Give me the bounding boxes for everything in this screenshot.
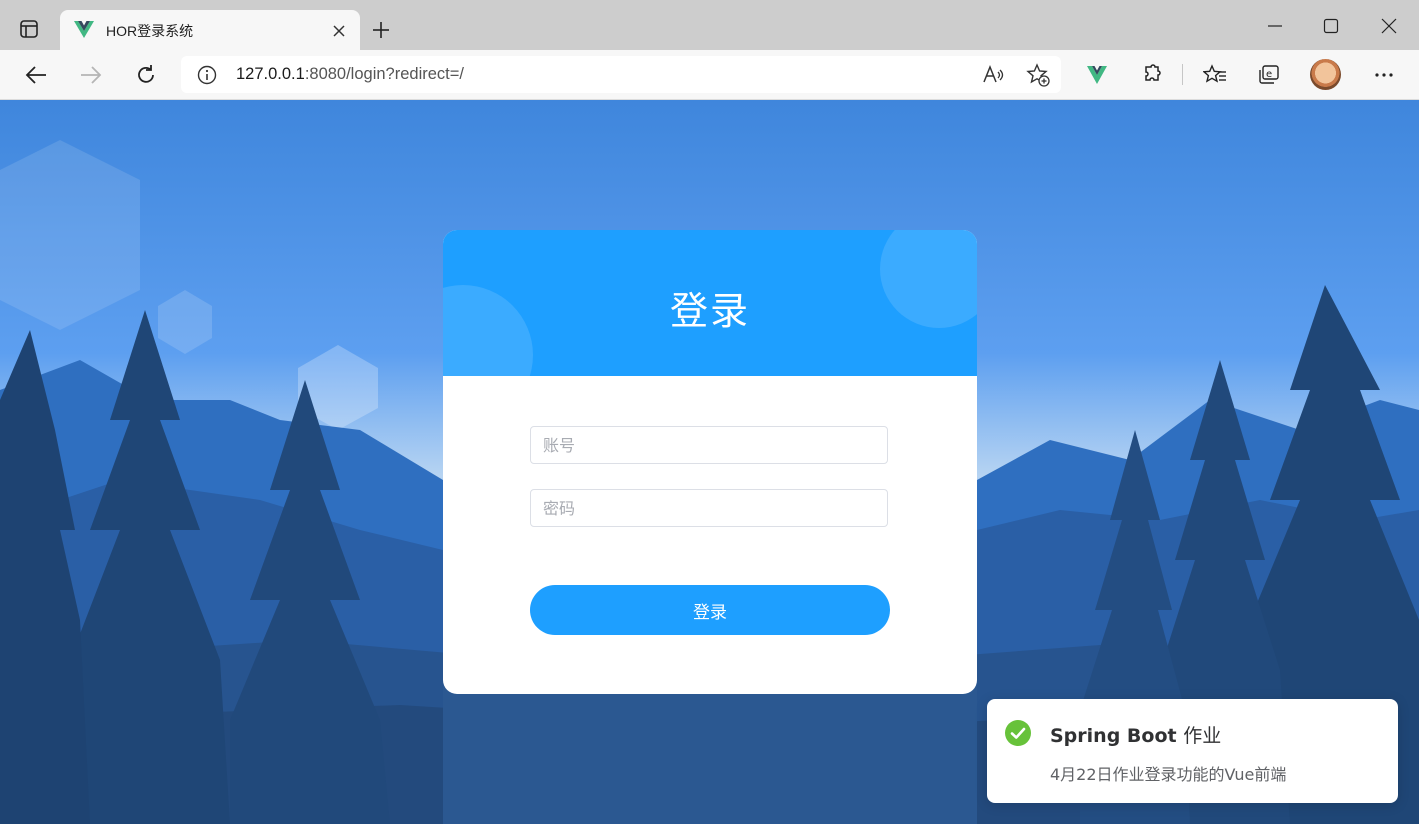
- success-notification[interactable]: Spring Boot 作业 4月22日作业登录功能的Vue前端: [987, 699, 1398, 803]
- toolbar-divider: [1182, 64, 1183, 85]
- extensions-icon[interactable]: [1140, 63, 1164, 87]
- login-card-header: 登录: [443, 230, 977, 376]
- address-url[interactable]: 127.0.0.1:8080/login?redirect=/: [236, 65, 464, 84]
- notification-title: Spring Boot 作业: [1050, 721, 1221, 748]
- browser-toolbar: 127.0.0.1:8080/login?redirect=/ e: [0, 50, 1419, 100]
- vue-devtools-icon[interactable]: [1085, 63, 1109, 87]
- window-close-icon[interactable]: [1380, 17, 1398, 35]
- browser-tab[interactable]: HOR登录系统: [60, 10, 360, 51]
- profile-avatar[interactable]: [1310, 59, 1341, 90]
- password-input[interactable]: [531, 490, 887, 526]
- password-field[interactable]: [530, 489, 888, 527]
- login-title: 登录: [669, 289, 750, 333]
- vue-favicon-icon: [74, 21, 94, 38]
- favorites-icon[interactable]: [1203, 63, 1227, 87]
- maximize-icon[interactable]: [1322, 17, 1340, 35]
- forward-arrow-icon[interactable]: [79, 63, 103, 87]
- notification-title-en: Spring Boot: [1050, 725, 1177, 747]
- info-icon[interactable]: [197, 65, 217, 85]
- refresh-icon[interactable]: [134, 63, 158, 87]
- notification-message: 4月22日作业登录功能的Vue前端: [1050, 765, 1287, 784]
- login-button[interactable]: 登录: [530, 585, 890, 635]
- plus-icon[interactable]: [372, 21, 390, 39]
- browser-titlebar: HOR登录系统: [0, 0, 1419, 51]
- tab-actions-icon[interactable]: [20, 20, 38, 38]
- username-input[interactable]: [531, 427, 887, 463]
- address-bar[interactable]: 127.0.0.1:8080/login?redirect=/: [181, 56, 1061, 93]
- username-field[interactable]: [530, 426, 888, 464]
- back-arrow-icon[interactable]: [24, 63, 48, 87]
- read-aloud-icon[interactable]: [981, 63, 1005, 87]
- address-host: 127.0.0.1: [236, 65, 305, 83]
- svg-text:e: e: [1266, 69, 1272, 80]
- login-card: 登录 登录: [443, 230, 977, 694]
- tab-title: HOR登录系统: [106, 23, 194, 39]
- address-path: :8080/login?redirect=/: [304, 65, 464, 83]
- add-favorite-icon[interactable]: [1026, 63, 1050, 87]
- close-icon[interactable]: [332, 24, 346, 38]
- notification-title-cn: 作业: [1183, 725, 1222, 747]
- minimize-icon[interactable]: [1266, 17, 1284, 35]
- collections-icon[interactable]: e: [1257, 63, 1281, 87]
- success-check-icon: [1005, 720, 1031, 746]
- more-icon[interactable]: [1372, 63, 1396, 87]
- login-page: 登录 登录 Spring Boot 作业 4月22日作业登录功能的Vue前端: [0, 100, 1419, 824]
